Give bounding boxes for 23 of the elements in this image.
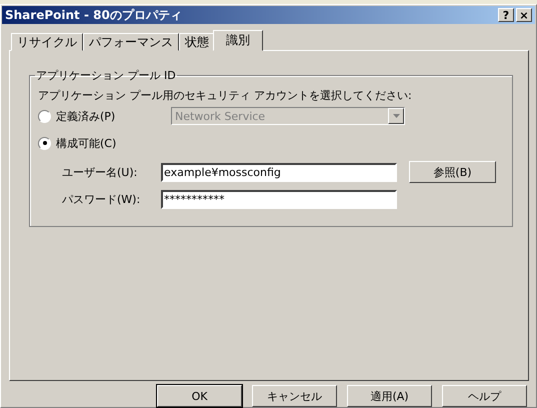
radio-button[interactable]	[38, 136, 51, 150]
password-field[interactable]: ***********	[161, 190, 397, 208]
tab[interactable]: 状態	[179, 33, 215, 51]
close-button[interactable]: ×	[516, 8, 532, 22]
radio-button[interactable]	[38, 110, 51, 122]
caret-icon	[392, 114, 400, 118]
tab[interactable]: リサイクル	[11, 33, 83, 51]
dialog-button[interactable]: キャンセル	[252, 385, 337, 407]
dialog-button[interactable]: OK	[157, 385, 242, 407]
radio-label: 定義済み(P)	[56, 108, 116, 124]
radio-label: 構成可能(C)	[56, 136, 118, 150]
help-button[interactable]: ?	[498, 8, 514, 22]
dialog-button[interactable]: ヘルプ	[442, 385, 527, 407]
dialog-button[interactable]: 適用(A)	[347, 385, 432, 407]
tab[interactable]: 識別	[213, 30, 263, 51]
username-field[interactable]: example¥mossconfig	[161, 162, 397, 182]
field-label: ユーザー名(U):	[61, 164, 138, 180]
browse-button[interactable]: 参照(B)	[409, 161, 496, 183]
window-title: SharePoint - 80のプロパティ	[5, 6, 183, 24]
description-text: アプリケーション プール用のセキュリティ アカウントを選択してください:	[38, 88, 412, 102]
group-title: アプリケーション プール ID	[35, 68, 177, 83]
tab[interactable]: パフォーマンス	[83, 33, 179, 51]
field-label: パスワード(W):	[61, 192, 142, 206]
